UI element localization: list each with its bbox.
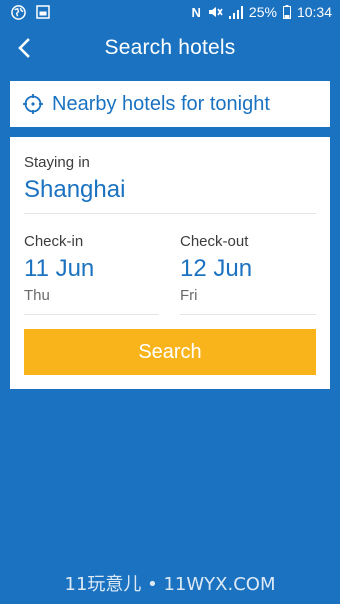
destination-label: Staying in	[24, 154, 90, 171]
globe-icon	[11, 4, 26, 20]
divider	[180, 314, 316, 315]
clock: 10:34	[296, 4, 332, 20]
checkout-weekday: Fri	[180, 287, 198, 304]
divider	[24, 314, 159, 315]
checkin-weekday: Thu	[24, 287, 50, 304]
status-right: N 25% 10:34	[186, 4, 332, 20]
search-form-card: Staying in Shanghai Check-in 11 Jun Thu …	[10, 137, 330, 389]
screen: N 25% 10:34 Search hotels Nearby hotels …	[0, 0, 340, 604]
destination-value: Shanghai	[24, 176, 126, 203]
battery-percent: 25%	[248, 4, 277, 20]
app-bar: Search hotels	[0, 24, 340, 72]
checkin-date: 11 Jun	[24, 255, 95, 282]
status-left	[11, 4, 60, 20]
nearby-hotels-label: Nearby hotels for tonight	[52, 92, 270, 115]
checkout-date-field[interactable]: Check-out 12 Jun Fri	[170, 217, 330, 317]
checkin-date-field[interactable]: Check-in 11 Jun Thu	[10, 217, 170, 317]
destination-field[interactable]: Staying in Shanghai	[10, 137, 330, 217]
gallery-icon	[36, 5, 50, 19]
watermark-text: 11玩意儿 • 11WYX.COM	[64, 574, 276, 595]
divider	[24, 213, 316, 214]
nfc-icon: N	[191, 4, 201, 20]
checkin-label: Check-in	[24, 233, 84, 250]
nearby-hotels-button[interactable]: Nearby hotels for tonight	[10, 81, 330, 127]
status-bar: N 25% 10:34	[0, 0, 340, 24]
checkout-label: Check-out	[180, 233, 249, 250]
mute-icon	[207, 5, 223, 19]
checkout-date: 12 Jun	[180, 255, 253, 282]
location-target-icon	[22, 93, 44, 115]
search-button[interactable]: Search	[24, 329, 316, 375]
page-title: Search hotels	[104, 36, 236, 59]
signal-icon	[228, 5, 243, 19]
battery-icon	[282, 5, 291, 19]
